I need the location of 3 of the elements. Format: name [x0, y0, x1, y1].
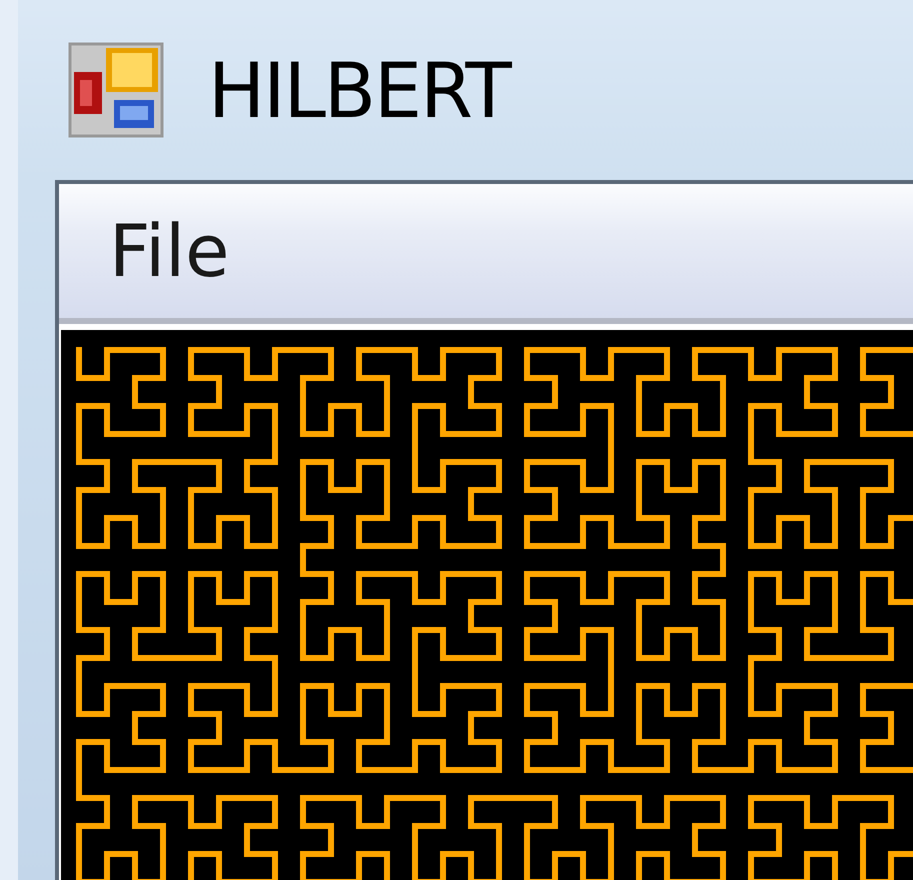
- menu-item[interactable]: File: [109, 209, 230, 293]
- app-icon: [68, 42, 164, 138]
- window-title: HILBERT: [208, 46, 510, 134]
